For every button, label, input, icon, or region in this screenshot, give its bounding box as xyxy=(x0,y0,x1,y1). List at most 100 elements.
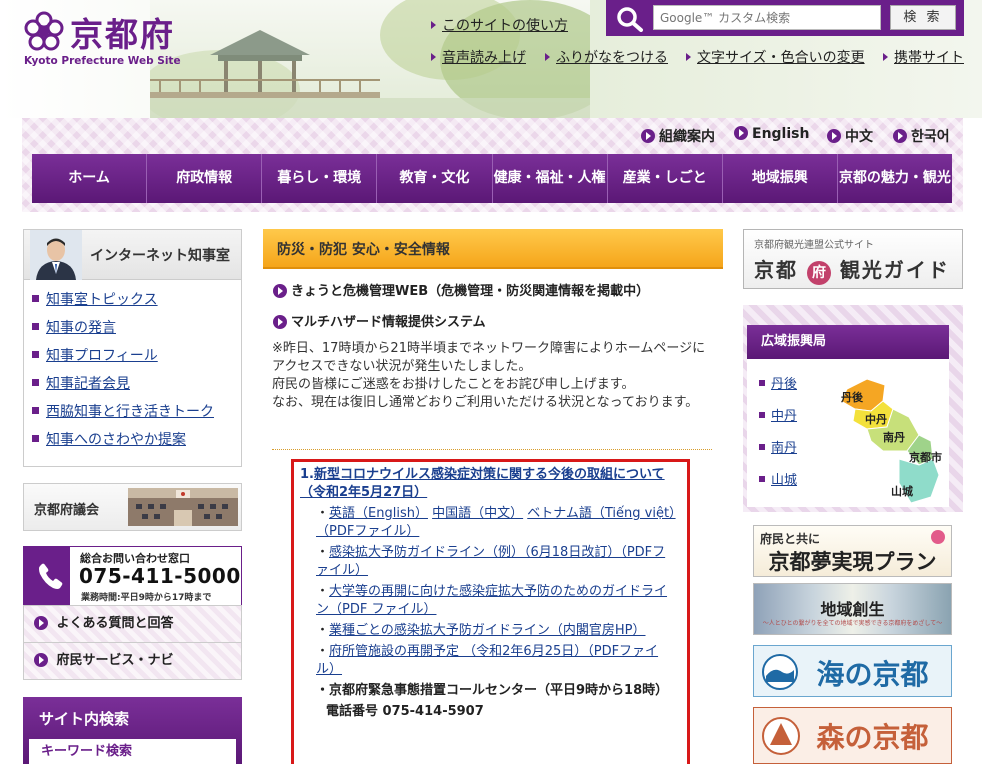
regional-bureau-body: 丹後 中丹 南丹 山城 丹後 中丹 南丹 京都市 山城 xyxy=(747,359,949,507)
furigana-link[interactable]: ふりがなをつける xyxy=(545,47,668,67)
chinese-pdf-link[interactable]: 中国語（中文） xyxy=(432,506,523,521)
map-label-nantan: 南丹 xyxy=(883,430,905,444)
contact-phone[interactable]: 075-411-5000 xyxy=(79,564,241,588)
regional-bureau-title: 広域振興局 xyxy=(747,325,949,359)
fu-badge: 府 xyxy=(806,261,831,285)
kyoto-region-map[interactable]: 丹後 中丹 南丹 京都市 山城 xyxy=(827,375,949,507)
governor-proposal-link[interactable]: 知事へのさわやか提案 xyxy=(46,432,186,448)
list-item: ・府所管施設の再開予定 （令和2年6月25日）（PDFファイル） xyxy=(316,644,659,677)
english-pdf-link[interactable]: 英語（English） xyxy=(329,506,428,521)
governor-office-header: インターネット知事室 xyxy=(24,230,241,280)
arrow-right-icon xyxy=(883,53,888,61)
nav-industry-work[interactable]: 産業・しごと xyxy=(608,154,723,203)
prefectural-council-banner[interactable]: 京都府議会 xyxy=(23,483,242,531)
site-header: 京都府 Kyoto Prefecture Web Site このサイトの使い方 … xyxy=(0,0,982,118)
mori-no-kyoto-banner[interactable]: 森の京都 xyxy=(753,707,952,764)
region-link-nantan[interactable]: 南丹 xyxy=(759,437,797,456)
arrow-circle-icon xyxy=(273,314,287,329)
logo-name: 京都府 xyxy=(70,15,175,54)
industry-guideline-link[interactable]: 業種ごとの感染拡大予防ガイドライン（内閣官房HP） xyxy=(329,623,646,638)
navigation-band: 組織案内 English 中文 한국어 ホーム 府政情報 暮らし・環境 教育・文… xyxy=(22,118,963,212)
arrow-circle-icon xyxy=(827,129,841,143)
list-item: 知事室トピックス xyxy=(32,290,241,318)
lang-link-english[interactable]: English xyxy=(734,126,809,142)
nav-home[interactable]: ホーム xyxy=(32,154,148,203)
wave-icon xyxy=(762,654,798,690)
council-chamber-image xyxy=(128,488,238,526)
arrow-right-icon xyxy=(686,53,691,61)
nav-tourism[interactable]: 京都の魅力・観光 xyxy=(838,154,952,203)
bullet-square-icon xyxy=(32,350,39,358)
lang-link-korean[interactable]: 한국어 xyxy=(893,126,950,146)
governor-remarks-link[interactable]: 知事の発言 xyxy=(46,320,116,336)
facility-reopen-link[interactable]: 府所管施設の再開予定 （令和2年6月25日）（PDFファイル） xyxy=(316,644,658,677)
lang-link-organization[interactable]: 組織案内 xyxy=(641,126,715,146)
multi-hazard-link[interactable]: マルチハザード情報提供システム xyxy=(273,311,486,330)
bullet-square-icon xyxy=(32,378,39,386)
yume-plan-banner[interactable]: 府民と共に 京都夢実現プラン xyxy=(753,525,952,577)
search-button[interactable]: 検 索 xyxy=(890,5,956,30)
university-guideline-link[interactable]: 大学等の再開に向けた感染症拡大予防のためのガイドライン（PDF ファイル） xyxy=(316,584,667,617)
mobile-site-link[interactable]: 携帯サイト xyxy=(883,47,964,67)
text-size-link[interactable]: 文字サイズ・色合いの変更 xyxy=(686,47,865,67)
lang-link-chinese[interactable]: 中文 xyxy=(827,126,873,146)
regional-revitalization-banner[interactable]: 地域創生 〜人とひとの繋がりを全ての地域で実感できる京都府をめざして〜 xyxy=(753,583,952,635)
list-item: 知事記者会見 xyxy=(32,374,241,402)
list-item: ・英語（English） 中国語（中文） ベトナム語（Tiếng việt）（P… xyxy=(316,506,676,539)
covid-measures-link[interactable]: 新型コロナウイルス感染症対策に関する今後の取組について（令和2年5月27日） xyxy=(300,467,665,500)
arrow-circle-icon xyxy=(734,126,748,140)
arrow-right-icon xyxy=(431,53,436,61)
flower-icon xyxy=(931,530,945,544)
arrow-circle-icon xyxy=(641,129,655,143)
guideline-pdf-link[interactable]: 感染拡大予防ガイドライン（例）（6月18日改訂）（PDFファイル） xyxy=(316,545,665,578)
governor-talk-link[interactable]: 西脇知事と行き活きトーク xyxy=(46,404,214,420)
tourism-guide-banner[interactable]: 京都府観光連盟公式サイト 京都 府 観光ガイド xyxy=(743,229,963,289)
governor-profile-link[interactable]: 知事プロフィール xyxy=(46,348,158,364)
arrow-right-icon xyxy=(431,21,436,29)
governor-press-link[interactable]: 知事記者会見 xyxy=(46,376,130,392)
howto-link[interactable]: このサイトの使い方 xyxy=(431,15,568,35)
notice-line: 府民の皆様にご迷惑をお掛けしたことをお詫び申し上げます。 xyxy=(272,377,635,392)
governor-photo xyxy=(30,230,82,280)
bullet-square-icon xyxy=(759,443,765,450)
map-label-kyoto-city: 京都市 xyxy=(909,450,942,464)
council-label: 京都府議会 xyxy=(34,503,100,518)
bullet-square-icon xyxy=(32,434,39,442)
region-link-tango[interactable]: 丹後 xyxy=(759,373,797,392)
outage-notice: ※昨日、17時頃から21時半頃までネットワーク障害によりホームページにアクセスで… xyxy=(272,340,714,412)
governor-topics-link[interactable]: 知事室トピックス xyxy=(46,292,158,308)
tourism-title: 京都 府 観光ガイド xyxy=(754,254,950,285)
keyword-search-tab[interactable]: キーワード検索 xyxy=(29,739,236,764)
call-center-text: ・京都府緊急事態措置コールセンター（平日9時から18時） xyxy=(316,683,669,698)
nav-living-environment[interactable]: 暮らし・環境 xyxy=(262,154,378,203)
nav-regional[interactable]: 地域振興 xyxy=(723,154,838,203)
umi-no-kyoto-banner[interactable]: 海の京都 xyxy=(753,645,952,697)
tourism-subtitle: 京都府観光連盟公式サイト xyxy=(754,240,874,251)
nav-health-welfare[interactable]: 健康・福祉・人権 xyxy=(493,154,608,203)
site-search-title: サイト内検索 xyxy=(39,710,130,728)
kyoto-crest-icon xyxy=(24,11,64,51)
phone-icon xyxy=(24,547,70,605)
search-input[interactable] xyxy=(653,5,881,30)
site-logo[interactable]: 京都府 Kyoto Prefecture Web Site xyxy=(22,8,192,68)
voice-reading-link[interactable]: 音声読み上げ xyxy=(431,47,526,67)
crisis-management-link[interactable]: きょうと危機管理WEB（危機管理・防災関連情報を掲載中） xyxy=(273,280,649,299)
service-navi-link[interactable]: 府民サービス・ナビ xyxy=(23,642,242,680)
global-nav: ホーム 府政情報 暮らし・環境 教育・文化 健康・福祉・人権 産業・しごと 地域… xyxy=(32,154,952,203)
bullet-square-icon xyxy=(759,379,765,386)
umi-no-kyoto-title: 海の京都 xyxy=(816,658,929,691)
nav-government-info[interactable]: 府政情報 xyxy=(147,154,263,203)
region-link-chutan[interactable]: 中丹 xyxy=(759,405,797,424)
notice-line: ※昨日、17時頃から21時半頃までネットワーク障害によりホームページにアクセスで… xyxy=(272,341,706,374)
site-search-bar: 検 索 xyxy=(606,0,964,36)
faq-link[interactable]: よくある質問と回答 xyxy=(23,605,242,643)
list-item: 知事プロフィール xyxy=(32,346,241,374)
yume-plan-small: 府民と共に xyxy=(760,532,821,546)
arrow-circle-icon xyxy=(273,283,287,298)
covid-heading: 1.新型コロナウイルス感染症対策に関する今後の取組について（令和2年5月27日） xyxy=(300,467,665,500)
regional-revitalization-title: 地域創生 xyxy=(820,600,885,619)
nav-education-culture[interactable]: 教育・文化 xyxy=(377,154,493,203)
arrow-circle-icon xyxy=(34,615,48,630)
region-link-yamashiro[interactable]: 山城 xyxy=(759,469,797,488)
list-item: 知事へのさわやか提案 xyxy=(32,430,241,458)
